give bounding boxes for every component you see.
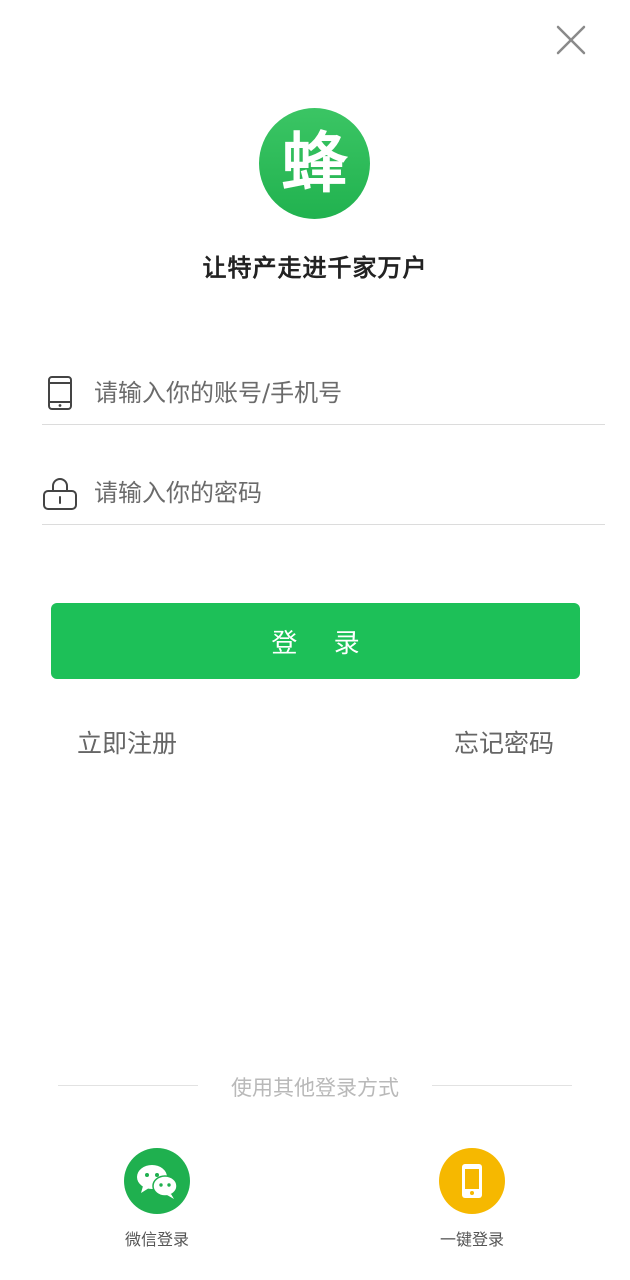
onekey-login-button[interactable]: 一键登录 <box>417 1148 527 1250</box>
account-field <box>42 362 605 425</box>
divider-line-right <box>432 1085 572 1086</box>
app-logo: 蜂 <box>259 108 370 219</box>
close-icon <box>556 25 586 55</box>
lock-icon <box>42 475 78 511</box>
password-field <box>42 462 605 525</box>
slogan: 让特产走进千家万户 <box>202 254 428 282</box>
register-link[interactable]: 立即注册 <box>77 724 177 760</box>
wechat-login-label: 微信登录 <box>124 1230 189 1249</box>
phone-icon <box>42 375 78 411</box>
close-button[interactable] <box>553 22 589 58</box>
mobile-icon <box>439 1148 505 1214</box>
wechat-icon <box>124 1148 190 1214</box>
wechat-login-button[interactable]: 微信登录 <box>102 1148 212 1250</box>
account-input[interactable] <box>92 378 576 408</box>
onekey-login-label: 一键登录 <box>439 1230 504 1249</box>
forgot-password-link[interactable]: 忘记密码 <box>454 724 554 760</box>
alt-login-title: 使用其他登录方式 <box>231 1076 399 1100</box>
logo-char: 蜂 <box>281 124 348 202</box>
password-input[interactable] <box>92 478 576 508</box>
login-button[interactable]: 登 录 <box>51 603 580 679</box>
